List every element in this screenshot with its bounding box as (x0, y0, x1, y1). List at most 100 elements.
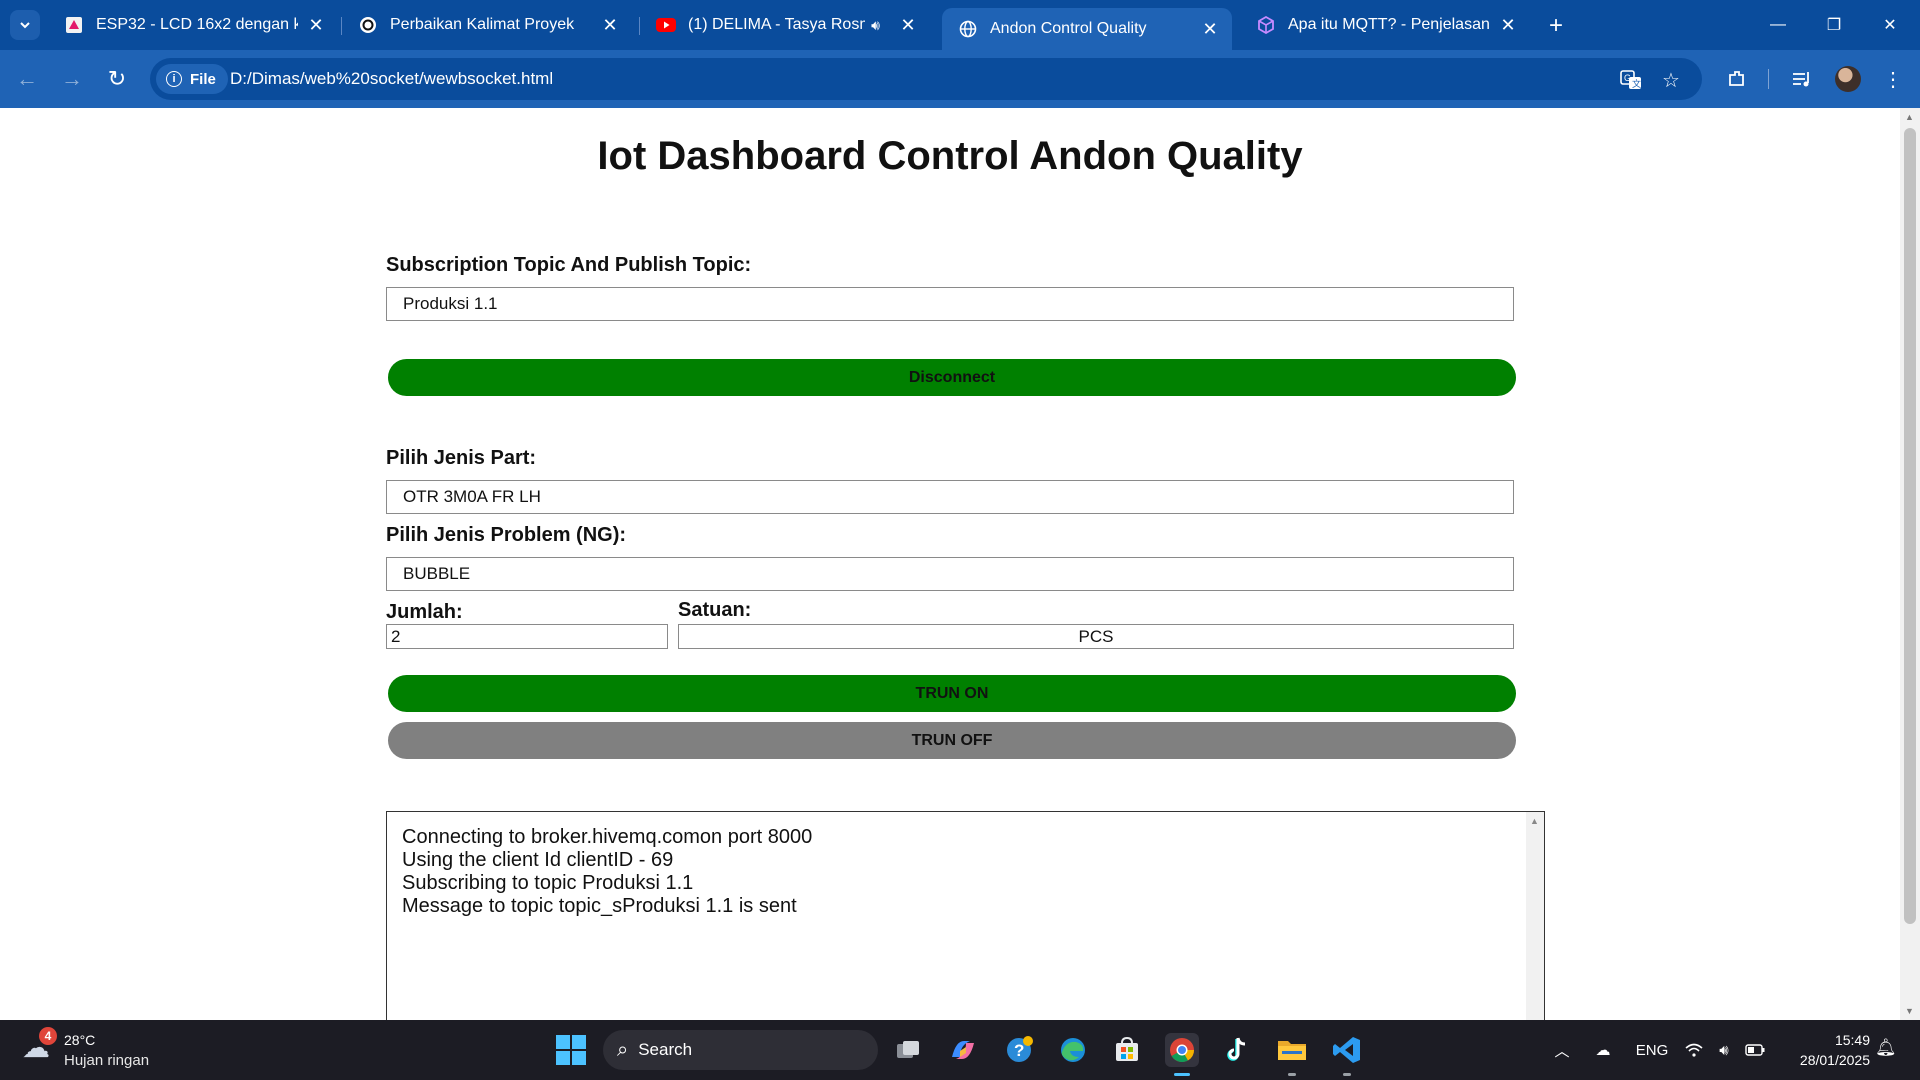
vscode-icon (1333, 1037, 1360, 1063)
folder-icon (1278, 1041, 1306, 1060)
close-tab-icon[interactable]: ✕ (1498, 15, 1518, 35)
tab-search-button[interactable] (10, 10, 40, 40)
log-line: Using the client Id clientID - 69 (402, 849, 674, 871)
battery-icon[interactable] (1744, 1038, 1766, 1062)
message-log[interactable]: Connecting to broker.hivemq.comon port 8… (386, 811, 1545, 1020)
copilot-icon (952, 1041, 974, 1059)
tab-mqtt[interactable]: Apa itu MQTT? - Penjelasan ten ✕ (1240, 8, 1530, 42)
disconnect-button[interactable]: Disconnect (388, 359, 1516, 396)
translate-icon[interactable]: G文 (1618, 67, 1644, 93)
more-menu-icon[interactable]: ⋮ (1878, 64, 1908, 94)
tiktok-app[interactable] (1220, 1033, 1254, 1067)
close-tab-icon[interactable]: ✕ (306, 15, 326, 35)
bookmark-star-icon[interactable]: ☆ (1658, 67, 1684, 93)
search-icon: ⌕ (617, 1038, 629, 1061)
tab-title: ESP32 - LCD 16x2 dengan komu (96, 16, 298, 33)
tab-title: (1) DELIMA - Tasya Rosmala (688, 16, 865, 33)
topic-label: Subscription Topic And Publish Topic: (386, 254, 752, 276)
microsoft-store-app[interactable] (1110, 1033, 1144, 1067)
volume-icon[interactable]: 🔊︎ (1714, 1038, 1734, 1062)
close-tab-icon[interactable]: ✕ (1200, 19, 1220, 39)
file-explorer-app[interactable] (1275, 1033, 1309, 1076)
start-button[interactable] (556, 1035, 586, 1065)
media-controls-icon[interactable] (1787, 64, 1817, 94)
site-info-chip[interactable]: i File (156, 64, 228, 94)
forward-button[interactable]: → (57, 64, 87, 94)
jumlah-input[interactable]: 2 (386, 624, 668, 649)
page-scrollbar[interactable]: ▲ ▼ (1900, 108, 1920, 1020)
close-tab-icon[interactable]: ✕ (600, 15, 620, 35)
language-indicator[interactable]: ENG (1636, 1038, 1669, 1062)
tiktok-icon (1227, 1037, 1246, 1061)
log-scrollbar[interactable]: ▲ (1526, 812, 1544, 1020)
close-tab-icon[interactable]: ✕ (898, 15, 918, 35)
profile-avatar[interactable] (1835, 66, 1861, 92)
search-label: Search (638, 1040, 693, 1059)
close-window-button[interactable]: ✕ (1862, 0, 1918, 50)
speaker-icon[interactable]: 🔊︎ (871, 17, 880, 34)
jumlah-label: Jumlah: (386, 601, 463, 623)
onedrive-cloud-icon[interactable]: ☁ (1590, 1038, 1616, 1062)
arrow-left-icon: ← (16, 66, 38, 91)
copilot-app[interactable] (946, 1033, 980, 1067)
problem-select[interactable]: BUBBLE (386, 557, 1514, 591)
page-content: Iot Dashboard Control Andon Quality Subs… (0, 108, 1900, 1020)
close-icon: ✕ (1883, 17, 1897, 34)
turn-on-button[interactable]: TRUN ON (388, 675, 1516, 712)
notification-bell-icon[interactable]: 🔔︎ (1875, 1038, 1897, 1058)
satuan-input[interactable]: PCS (678, 624, 1514, 649)
toolbar-divider (1768, 69, 1769, 89)
minimize-icon: — (1770, 16, 1786, 33)
help-icon: ? (1007, 1036, 1033, 1062)
weather-condition: Hujan ringan (64, 1052, 150, 1069)
clock[interactable]: 15:49 28/01/2025 (1778, 1030, 1870, 1070)
scroll-up-icon[interactable]: ▲ (1905, 112, 1914, 122)
tab-youtube-delima[interactable]: (1) DELIMA - Tasya Rosmala 🔊︎ ✕ (640, 8, 930, 42)
part-label: Pilih Jenis Part: (386, 447, 537, 469)
wifi-icon[interactable] (1684, 1038, 1704, 1062)
help-app[interactable]: ? (1002, 1033, 1036, 1067)
plus-icon: + (1548, 12, 1563, 39)
clock-date: 28/01/2025 (1799, 1052, 1870, 1068)
back-button[interactable]: ← (12, 64, 42, 94)
weather-widget[interactable]: ☁ 4 28°C Hujan ringan (22, 1027, 172, 1072)
task-view-icon (897, 1041, 919, 1058)
part-select[interactable]: OTR 3M0A FR LH (386, 480, 1514, 514)
topic-input[interactable]: Produksi 1.1 (386, 287, 1514, 321)
youtube-favicon-icon (656, 15, 676, 35)
clock-time: 15:49 (1834, 1032, 1870, 1048)
svg-text:?: ? (1014, 1041, 1024, 1060)
satuan-label: Satuan: (678, 599, 752, 621)
task-view-button[interactable] (892, 1033, 926, 1067)
page-title: Iot Dashboard Control Andon Quality (597, 134, 1303, 178)
address-bar[interactable]: i File D:/Dimas/web%20socket/wewbsocket.… (150, 58, 1702, 100)
scrollbar-thumb[interactable] (1904, 128, 1916, 924)
extensions-icon[interactable] (1722, 64, 1752, 94)
restore-button[interactable]: ❐ (1806, 0, 1862, 50)
scroll-up-icon[interactable]: ▲ (1530, 816, 1539, 826)
vscode-app[interactable] (1330, 1033, 1364, 1076)
chrome-app[interactable] (1165, 1033, 1199, 1076)
tab-perbaikan-kalimat[interactable]: Perbaikan Kalimat Proyek ✕ (342, 8, 632, 42)
tab-title: Apa itu MQTT? - Penjelasan ten (1288, 16, 1490, 33)
info-icon: i (166, 71, 182, 87)
edge-app[interactable] (1056, 1033, 1090, 1067)
turn-off-button[interactable]: TRUN OFF (388, 722, 1516, 759)
windows-logo-icon (556, 1035, 570, 1049)
tab-andon-control-quality[interactable]: Andon Control Quality ✕ (942, 8, 1232, 50)
restore-icon: ❐ (1826, 17, 1842, 34)
tab-esp32[interactable]: ESP32 - LCD 16x2 dengan komu ✕ (48, 8, 338, 42)
minimize-button[interactable]: — (1750, 0, 1806, 50)
scroll-down-icon[interactable]: ▼ (1905, 1006, 1914, 1016)
edge-icon (1061, 1038, 1085, 1062)
show-hidden-icons-chevron-up-icon[interactable]: ︿ (1552, 1038, 1572, 1062)
url-text[interactable]: D:/Dimas/web%20socket/wewbsocket.html (230, 69, 553, 89)
log-line: Connecting to broker.hivemq.comon port 8… (402, 826, 813, 848)
browser-toolbar: ← → ↻ i File D:/Dimas/web%20socket/wewbs… (0, 50, 1920, 108)
taskbar-search[interactable]: ⌕ Search (603, 1030, 878, 1070)
chatgpt-favicon-icon (358, 15, 378, 35)
store-icon (1116, 1036, 1138, 1061)
reload-button[interactable]: ↻ (102, 64, 132, 94)
new-tab-button[interactable]: + (1542, 12, 1570, 40)
tab-strip: ESP32 - LCD 16x2 dengan komu ✕ Perbaikan… (0, 0, 1920, 50)
